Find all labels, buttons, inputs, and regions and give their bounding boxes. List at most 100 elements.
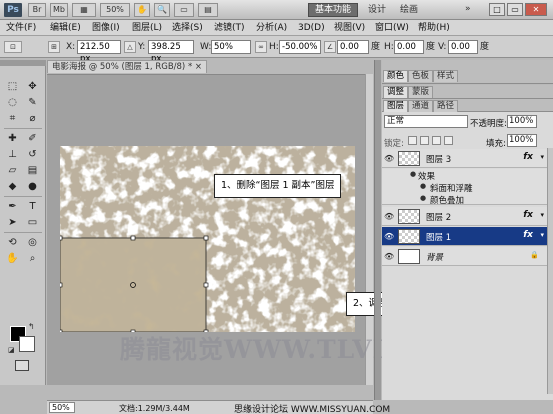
layer-row-background[interactable]: 👁 背景 🔒: [382, 247, 547, 266]
layer-row-3[interactable]: 👁 图层 3 fx ▾: [382, 149, 547, 168]
hand-tool-icon-panel[interactable]: ✋: [4, 252, 21, 265]
relative-position-icon[interactable]: △: [124, 41, 136, 53]
menu-3d[interactable]: 3D(D): [298, 22, 325, 34]
lasso-tool-icon[interactable]: ◌: [4, 96, 21, 109]
tools-panel-grip[interactable]: [0, 60, 46, 66]
menu-edit[interactable]: 编辑(E): [50, 22, 81, 34]
quick-mask-icon[interactable]: [15, 360, 29, 371]
fx-icon[interactable]: fx: [523, 230, 533, 240]
3d-rotate-tool-icon[interactable]: ⟲: [4, 236, 21, 249]
pen-tool-icon[interactable]: ✒: [4, 200, 21, 213]
height-scale-field[interactable]: -50.00%: [279, 40, 321, 54]
vertical-skew-field[interactable]: 0.00: [448, 40, 478, 54]
marquee-tool-icon[interactable]: ⬚: [4, 80, 21, 93]
x-position-field[interactable]: 212.50 px: [77, 40, 121, 64]
menu-file[interactable]: 文件(F): [6, 22, 36, 34]
menu-analysis[interactable]: 分析(A): [256, 22, 287, 34]
y-position-field[interactable]: 398.25 px: [148, 40, 194, 64]
workspace-painting-link[interactable]: 绘画: [400, 4, 418, 16]
layers-scrollbar[interactable]: [547, 148, 553, 394]
menu-select[interactable]: 选择(S): [172, 22, 203, 34]
effect-visibility-icon[interactable]: ●: [420, 182, 426, 190]
zoom-level-menu[interactable]: 50%: [100, 3, 130, 17]
layer-1-transformed[interactable]: [60, 235, 209, 332]
tab-styles[interactable]: 样式: [433, 70, 459, 82]
effect-row-color-overlay[interactable]: ● 颜色叠加: [382, 193, 547, 206]
chevron-down-icon[interactable]: ▾: [540, 211, 544, 219]
crop-tool-icon[interactable]: ⌗: [4, 112, 21, 125]
path-selection-tool-icon[interactable]: ➤: [4, 216, 21, 229]
dodge-tool-icon[interactable]: ●: [24, 180, 41, 193]
view-extras-button[interactable]: ▦: [72, 3, 96, 17]
eyedropper-tool-icon[interactable]: ⌀: [24, 112, 41, 125]
tab-adjustments[interactable]: 调整: [383, 86, 409, 98]
type-tool-icon[interactable]: T: [24, 200, 41, 213]
rotation-field[interactable]: 0.00: [337, 40, 369, 54]
bridge-button[interactable]: Br: [28, 3, 46, 17]
history-brush-tool-icon[interactable]: ↺: [24, 148, 41, 161]
gradient-tool-icon[interactable]: ▤: [24, 164, 41, 177]
layer-row-1[interactable]: 👁 图层 1 fx ▾: [382, 227, 547, 246]
effect-visibility-icon[interactable]: ●: [420, 194, 426, 202]
menu-filter[interactable]: 滤镜(T): [214, 22, 245, 34]
reference-point-icon[interactable]: ⊞: [48, 41, 60, 53]
workspace-design-link[interactable]: 设计: [368, 4, 386, 16]
arrange-documents-icon[interactable]: ▭: [174, 3, 194, 17]
workspace-more-icon[interactable]: »: [465, 4, 471, 14]
document-info[interactable]: 文档:1.29M/3.44M: [119, 403, 190, 414]
effects-visibility-icon[interactable]: ●: [410, 170, 416, 178]
hand-tool-icon[interactable]: ✋: [134, 3, 150, 17]
zoom-tool-icon-panel[interactable]: ⌕: [24, 252, 41, 265]
menu-window[interactable]: 窗口(W): [375, 22, 409, 34]
shape-tool-icon[interactable]: ▭: [24, 216, 41, 229]
clone-stamp-tool-icon[interactable]: ⊥: [4, 148, 21, 161]
blend-mode-select[interactable]: 正常: [384, 115, 468, 128]
visibility-eye-icon[interactable]: 👁: [384, 252, 394, 261]
zoom-field[interactable]: 50%: [49, 402, 75, 413]
visibility-eye-icon[interactable]: 👁: [384, 232, 394, 241]
default-colors-icon[interactable]: ◪: [8, 346, 15, 354]
menu-view[interactable]: 视图(V): [334, 22, 365, 34]
width-scale-field[interactable]: 50%: [211, 40, 251, 54]
chevron-down-icon[interactable]: ▾: [540, 153, 544, 161]
eraser-tool-icon[interactable]: ▱: [4, 164, 21, 177]
brush-tool-icon[interactable]: ✐: [24, 132, 41, 145]
document-tab[interactable]: 电影海报 @ 50% (图层 1, RGB/8) * ×: [47, 60, 207, 73]
transform-tool-preset-icon[interactable]: ⊡: [4, 41, 22, 53]
background-color-swatch[interactable]: [19, 336, 35, 352]
tab-layers[interactable]: 图层: [383, 100, 409, 112]
lock-position-icon[interactable]: [432, 136, 441, 145]
visibility-eye-icon[interactable]: 👁: [384, 154, 394, 163]
tab-swatches[interactable]: 色板: [408, 70, 434, 82]
screen-mode-icon[interactable]: ▤: [198, 3, 218, 17]
minimize-button[interactable]: □: [489, 3, 505, 16]
mini-bridge-button[interactable]: Mb: [50, 3, 68, 17]
3d-orbit-tool-icon[interactable]: ◎: [24, 236, 41, 249]
tab-color[interactable]: 颜色: [383, 70, 409, 82]
visibility-eye-icon[interactable]: 👁: [384, 212, 394, 221]
zoom-tool-icon[interactable]: 🔍: [154, 3, 170, 17]
menu-image[interactable]: 图像(I): [92, 22, 120, 34]
workspace-essentials-button[interactable]: 基本功能: [308, 3, 358, 17]
blur-tool-icon[interactable]: ◆: [4, 180, 21, 193]
collapsed-panel-strip[interactable]: [374, 60, 381, 400]
effects-group-row[interactable]: ● 效果: [382, 169, 547, 182]
menu-help[interactable]: 帮助(H): [418, 22, 450, 34]
lock-transparency-icon[interactable]: [408, 136, 417, 145]
document-tab-close-icon[interactable]: ×: [195, 61, 202, 73]
move-tool-icon[interactable]: ✥: [24, 80, 41, 93]
chevron-down-icon[interactable]: ▾: [540, 231, 544, 239]
fill-field[interactable]: 100%: [507, 134, 537, 147]
fx-icon[interactable]: fx: [523, 210, 533, 220]
restore-button[interactable]: ▭: [507, 3, 523, 16]
swap-colors-icon[interactable]: ↰: [28, 322, 35, 331]
tab-masks[interactable]: 蒙版: [408, 86, 434, 98]
effect-row-bevel[interactable]: ● 斜面和浮雕: [382, 181, 547, 194]
layer-row-2[interactable]: 👁 图层 2 fx ▾: [382, 207, 547, 226]
tab-paths[interactable]: 路径: [433, 100, 459, 112]
link-icon[interactable]: ∞: [255, 41, 267, 53]
lock-all-icon[interactable]: [444, 136, 453, 145]
lock-pixels-icon[interactable]: [420, 136, 429, 145]
opacity-field[interactable]: 100%: [507, 115, 537, 128]
fx-icon[interactable]: fx: [523, 152, 533, 162]
